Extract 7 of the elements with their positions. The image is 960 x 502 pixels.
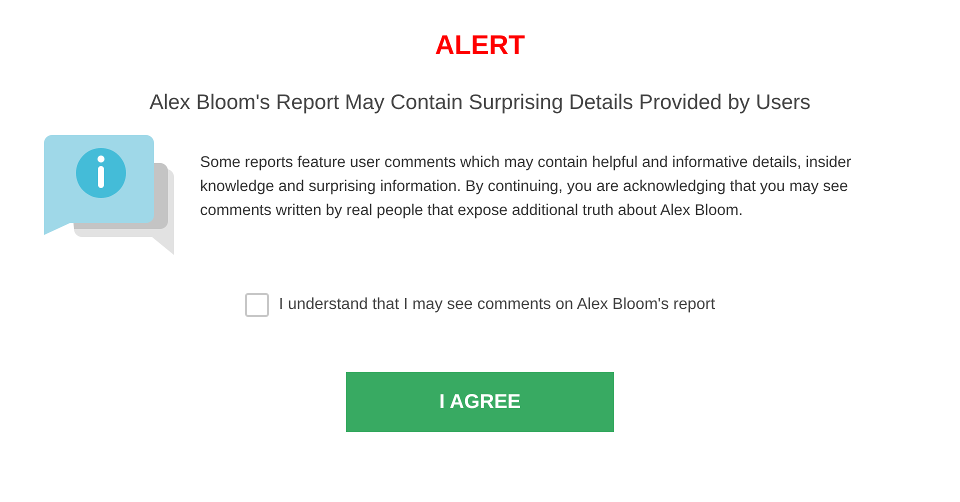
subtitle: Alex Bloom's Report May Contain Surprising Details Provided by Users <box>149 90 811 116</box>
alert-title: ALERT <box>435 29 525 61</box>
consent-label: I understand that I may see comments on Alex Bloom's report <box>278 295 716 315</box>
consent-checkbox[interactable] <box>244 293 269 317</box>
agree-button[interactable]: I AGREE <box>346 372 614 432</box>
message-text: Some reports feature user comments which may contain helpful and informative details, insider knowledge and surprising information. By continuing, you are acknowledging that you may see comments written by real people that expose additional truth about Alex Bloom. <box>200 153 852 221</box>
info-speech-bubbles-icon <box>44 135 175 257</box>
